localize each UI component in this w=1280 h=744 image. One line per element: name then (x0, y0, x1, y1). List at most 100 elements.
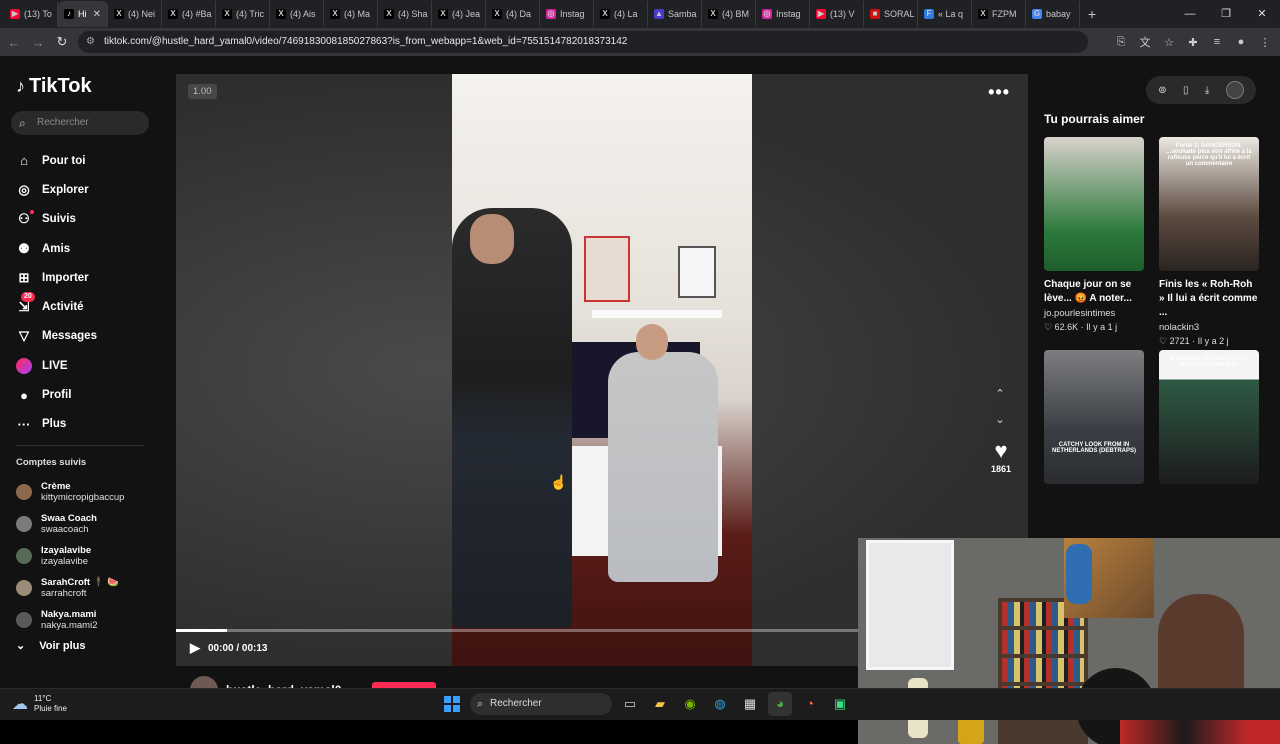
tab-title: FZPM (992, 9, 1017, 19)
minimize-icon[interactable]: — (1172, 0, 1208, 28)
browser-tab[interactable]: X (4) Ma (324, 1, 378, 27)
video-frame[interactable] (452, 74, 752, 666)
tiktok-logo[interactable]: ♪ TikTok (16, 75, 92, 98)
file-explorer-icon[interactable]: ▰ (648, 692, 672, 716)
browser-tab[interactable]: ▶ (13) To (4, 1, 58, 27)
following-account[interactable]: Crème kittymicropigbaccup (16, 476, 124, 508)
browser-tab[interactable]: F « La q (918, 1, 972, 27)
card-user[interactable]: nolackin3 (1159, 322, 1259, 333)
user-avatar[interactable] (1225, 81, 1244, 99)
sidebar-item-following[interactable]: ⚇ Suivis (16, 205, 97, 234)
tiktok-page: ♪ TikTok ⌕ Rechercher ⌂ Pour toi ◎ Explorer… (0, 56, 1280, 744)
url-field[interactable]: ⚙ tiktok.com/@hustle_hard_yamal0/video/7… (78, 31, 1088, 53)
install-icon[interactable]: ⎘ (1114, 36, 1128, 49)
previous-video-icon[interactable]: ⌃ (988, 382, 1012, 406)
like-button[interactable]: ♥ 1861 (988, 440, 1014, 475)
weather-widget[interactable]: ☁ 11°C Pluie fine (12, 694, 67, 714)
account-name: Crème (41, 481, 71, 492)
device-icon[interactable]: ▯ (1183, 85, 1189, 96)
browser-tab[interactable]: ◎ Instag (540, 1, 594, 27)
browser-tab[interactable]: ■ SORAL (864, 1, 918, 27)
browser-tab[interactable]: X (4) BM (702, 1, 756, 27)
browser-tab[interactable]: X (4) Da (486, 1, 540, 27)
sidebar-item-profile-avatar[interactable]: ● Profil (16, 380, 97, 409)
following-account[interactable]: Nakya.mami nakya.mami2 (16, 604, 124, 636)
see-more-button[interactable]: ⌄ Voir plus (16, 639, 85, 653)
video-thumbnail[interactable] (1044, 137, 1144, 271)
search-input[interactable]: ⌕ Rechercher (11, 111, 149, 135)
sidebar-item-upload[interactable]: ⊞ Importer (16, 263, 97, 292)
video-thumbnail[interactable]: CATCHY LOOK FROM IN NETHERLANDS (DEBTRAP… (1044, 350, 1144, 484)
browser-tab[interactable]: X (4) Ais (270, 1, 324, 27)
sidebar-item-friends[interactable]: ⚉ Amis (16, 234, 97, 263)
bookmark-star-icon[interactable]: ☆ (1162, 36, 1176, 49)
task-view-icon[interactable]: ▭ (618, 692, 642, 716)
suggested-video-card[interactable]: L'industrie du fitness vous prend pour d… (1159, 350, 1259, 484)
avatar (16, 516, 32, 532)
back-icon[interactable]: ← (2, 35, 26, 50)
tab-favicon-icon: ▲ (654, 9, 664, 19)
new-tab-icon[interactable]: + (1080, 6, 1104, 22)
extensions-icon[interactable]: ✚ (1186, 36, 1200, 49)
sidebar-item-compass[interactable]: ◎ Explorer (16, 175, 97, 204)
video-thumbnail[interactable]: Partie 2: DANGERSON: ...souhaite plus êt… (1159, 137, 1259, 271)
restore-icon[interactable]: ❐ (1208, 0, 1244, 28)
following-account[interactable]: Swaa Coach swaacoach (16, 508, 124, 540)
more-options-icon[interactable]: ••• (988, 82, 1010, 103)
browser-tab[interactable]: X (4) Sha (378, 1, 432, 27)
browser-tab[interactable]: ▲ Samba (648, 1, 702, 27)
sidebar-item-activity[interactable]: ⇲ Activité 20 (16, 292, 97, 321)
video-thumbnail[interactable]: L'industrie du fitness vous prend pour d… (1159, 350, 1259, 484)
download-icon[interactable]: ⤓ (1205, 85, 1209, 96)
sidebar-item-live[interactable]: LIVE (16, 351, 97, 380)
tab-favicon-icon: X (330, 9, 340, 19)
taskbar-search[interactable]: ⌕ Rechercher (470, 693, 612, 715)
coin-icon[interactable]: ⊚ (1158, 85, 1166, 96)
forward-icon[interactable]: → (26, 35, 50, 50)
browser-tab[interactable]: X (4) Nei (108, 1, 162, 27)
card-user[interactable]: jo.pourlesintimes (1044, 308, 1144, 319)
browser-tab[interactable]: X (4) Tric (216, 1, 270, 27)
card-title[interactable]: Finis les « Roh-Roh » Il lui a écrit com… (1159, 278, 1259, 320)
next-video-icon[interactable]: ⌄ (988, 408, 1012, 432)
suggested-video-card[interactable]: Partie 2: DANGERSON: ...souhaite plus êt… (1159, 137, 1259, 347)
close-tab-icon[interactable]: ✕ (93, 9, 101, 20)
browser-tab[interactable]: ◎ Instag (756, 1, 810, 27)
browser-tab[interactable]: Gbabay (1026, 1, 1080, 27)
firefox-icon[interactable]: ◔ (798, 692, 822, 716)
suggested-video-card[interactable]: CATCHY LOOK FROM IN NETHERLANDS (DEBTRAP… (1044, 350, 1144, 484)
following-account[interactable]: Izayalavibe izayalavibe (16, 540, 124, 572)
browser-tab[interactable]: ♪ Hi ✕ (58, 1, 108, 27)
edge-icon[interactable]: ◍ (708, 692, 732, 716)
translate-icon[interactable]: 文 (1138, 34, 1152, 50)
reading-list-icon[interactable]: ≡ (1210, 36, 1224, 48)
menu-kebab-icon[interactable]: ⋮ (1258, 36, 1272, 49)
play-icon[interactable]: ▶ (190, 640, 200, 656)
profile-icon[interactable]: ● (1234, 36, 1248, 48)
reload-icon[interactable]: ↻ (50, 34, 74, 50)
close-window-icon[interactable]: ✕ (1244, 0, 1280, 28)
chrome-icon[interactable]: ◕ (768, 692, 792, 716)
suggested-video-card[interactable]: Chaque jour on se lève... 😡 A noter... jo… (1044, 137, 1144, 333)
url-text: tiktok.com/@hustle_hard_yamal0/video/746… (104, 36, 628, 47)
sidebar-item-label: Messages (42, 330, 97, 343)
store-icon[interactable]: ▦ (738, 692, 762, 716)
browser-tab[interactable]: X FZPM (972, 1, 1026, 27)
sidebar-item-messages[interactable]: ▽ Messages (16, 322, 97, 351)
following-account[interactable]: SarahCroft 🕴 🍉 sarrahcroft (16, 572, 124, 604)
browser-tab[interactable]: ▶ (13) V (810, 1, 864, 27)
card-title[interactable]: Chaque jour on se lève... 😡 A noter... (1044, 278, 1144, 306)
browser-tab[interactable]: X (4) La (594, 1, 648, 27)
browser-tab[interactable]: X (4) Jea (432, 1, 486, 27)
playback-speed[interactable]: 1.00 (188, 84, 217, 99)
nvidia-icon[interactable]: ◉ (678, 692, 702, 716)
card-likes: 2721 (1169, 336, 1190, 346)
mouse-cursor-icon: ☝ (550, 474, 568, 490)
sidebar-item-more[interactable]: ··· Plus (16, 410, 97, 439)
tab-favicon-icon: ♪ (64, 9, 74, 19)
browser-tab[interactable]: X (4) #Ba (162, 1, 216, 27)
site-info-icon[interactable]: ⚙ (86, 31, 95, 53)
app-icon[interactable]: ▣ (828, 692, 852, 716)
sidebar-item-home[interactable]: ⌂ Pour toi (16, 146, 97, 175)
windows-start-icon[interactable] (444, 696, 460, 712)
